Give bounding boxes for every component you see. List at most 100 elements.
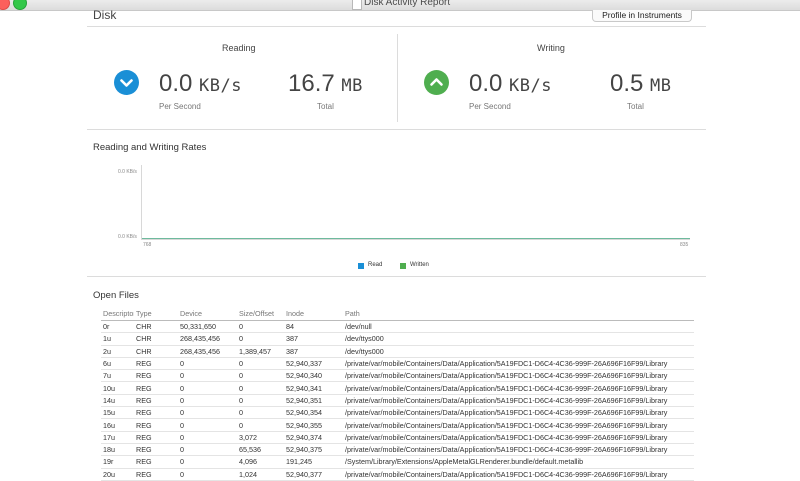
- size-offset-cell: 0: [237, 381, 284, 395]
- type-cell: REG: [134, 394, 178, 408]
- type-cell: REG: [134, 418, 178, 432]
- table-row[interactable]: 14u REG 0 0 52,940,351/private/var/mobile/Co…: [101, 394, 694, 408]
- window-title: Disk Activity Report: [364, 0, 451, 8]
- path-cell: /private/var/mobile/Containers/Data/Appl…: [343, 381, 694, 395]
- y-tick-label: 0.0 KB/s: [118, 169, 137, 175]
- legend-label-read: Read: [368, 262, 383, 268]
- column-header-path[interactable]: Path: [343, 307, 694, 321]
- device-cell: 268,435,456: [178, 345, 237, 358]
- writing-rate: 0.0 KB/s: [469, 72, 552, 98]
- writing-total-label: Total: [627, 102, 644, 111]
- table-row[interactable]: 1u CHR 268,435,456 0 387/dev/ttys000: [101, 332, 694, 346]
- size-offset-cell: 0: [237, 357, 284, 371]
- table-row[interactable]: 0r CHR 50,331,650 0 84/dev/null: [101, 320, 694, 334]
- table-header-row: Descriptor Type Device Size/Offset Inode Path: [101, 307, 694, 321]
- size-offset-cell: 0: [237, 369, 284, 383]
- device-cell: 0: [178, 369, 237, 383]
- inode-cell: 52,940,341: [284, 381, 343, 395]
- reading-total: 16.7 MB: [288, 72, 363, 98]
- inode-cell: 52,940,355: [284, 418, 343, 432]
- device-cell: 0: [178, 431, 237, 444]
- divider: [87, 26, 706, 27]
- size-offset-cell: 0: [237, 394, 284, 408]
- descriptor-cell: 1u: [101, 332, 134, 346]
- section-title: Disk: [93, 8, 117, 22]
- writing-rate-label: Per Second: [469, 102, 511, 111]
- open-files-title: Open Files: [93, 290, 139, 301]
- size-offset-cell: 3,072: [237, 431, 284, 444]
- inode-cell: 52,940,351: [284, 394, 343, 408]
- path-cell: /private/var/mobile/Containers/Data/Appl…: [343, 443, 694, 457]
- descriptor-cell: 7u: [101, 369, 134, 383]
- reading-total-label: Total: [317, 102, 334, 111]
- descriptor-cell: 18u: [101, 443, 134, 457]
- table-row[interactable]: 20u REG 0 1,024 52,940,377/private/var/mobil…: [101, 468, 694, 481]
- size-offset-cell: 65,536: [237, 443, 284, 457]
- inode-cell: 387: [284, 345, 343, 358]
- divider: [87, 276, 706, 277]
- reading-rate-unit: KB/s: [199, 76, 242, 96]
- writing-title: Writing: [537, 43, 565, 53]
- inode-cell: 52,940,374: [284, 431, 343, 444]
- type-cell: REG: [134, 357, 178, 371]
- reading-rate: 0.0 KB/s: [159, 72, 242, 98]
- descriptor-cell: 10u: [101, 381, 134, 395]
- panel-divider: [397, 34, 398, 122]
- table-row[interactable]: 7u REG 0 0 52,940,340/private/var/mobile/Con…: [101, 369, 694, 383]
- descriptor-cell: 6u: [101, 357, 134, 371]
- table-row[interactable]: 6u REG 0 0 52,940,337/private/var/mobile/Con…: [101, 357, 694, 371]
- column-header-size-offset[interactable]: Size/Offset: [237, 307, 284, 321]
- table-row[interactable]: 19r REG 0 4,096 191,245/System/Library/Exten…: [101, 455, 694, 469]
- size-offset-cell: 0: [237, 332, 284, 346]
- path-cell: /dev/ttys000: [343, 332, 694, 346]
- inode-cell: 52,940,377: [284, 468, 343, 481]
- column-header-type[interactable]: Type: [134, 307, 178, 321]
- device-cell: 0: [178, 406, 237, 420]
- descriptor-cell: 19r: [101, 455, 134, 469]
- descriptor-cell: 15u: [101, 406, 134, 420]
- table-row[interactable]: 17u REG 0 3,072 52,940,374/private/var/mobil…: [101, 431, 694, 444]
- descriptor-cell: 14u: [101, 394, 134, 408]
- descriptor-cell: 20u: [101, 468, 134, 481]
- reading-total-unit: MB: [341, 76, 363, 96]
- table-row[interactable]: 2u CHR 268,435,456 1,389,457 387/dev/ttys000: [101, 345, 694, 358]
- profile-in-instruments-button[interactable]: Profile in Instruments: [592, 10, 692, 22]
- x-tick-label: 835: [680, 242, 689, 248]
- path-cell: /System/Library/Extensions/AppleMetalGLR…: [343, 455, 694, 469]
- document-icon: [352, 0, 362, 10]
- type-cell: REG: [134, 369, 178, 383]
- type-cell: REG: [134, 455, 178, 469]
- size-offset-cell: 1,389,457: [237, 345, 284, 358]
- path-cell: /private/var/mobile/Containers/Data/Appl…: [343, 468, 694, 481]
- device-cell: 0: [178, 357, 237, 371]
- inode-cell: 52,940,354: [284, 406, 343, 420]
- column-header-inode[interactable]: Inode: [284, 307, 343, 321]
- table-row[interactable]: 15u REG 0 0 52,940,354/private/var/mobile/Co…: [101, 406, 694, 420]
- device-cell: 268,435,456: [178, 332, 237, 346]
- type-cell: REG: [134, 406, 178, 420]
- device-cell: 0: [178, 381, 237, 395]
- table-body: 0r CHR 50,331,650 0 84/dev/null 1u CHR 268,435,…: [101, 320, 694, 481]
- inode-cell: 387: [284, 332, 343, 346]
- path-cell: /private/var/mobile/Containers/Data/Appl…: [343, 418, 694, 432]
- chevron-down-circle-icon: [114, 70, 139, 95]
- close-window-button[interactable]: [0, 0, 10, 10]
- table-row[interactable]: 10u REG 0 0 52,940,341/private/var/mobile/Co…: [101, 381, 694, 395]
- type-cell: CHR: [134, 320, 178, 334]
- table-row[interactable]: 18u REG 0 65,536 52,940,375/private/var/mobi…: [101, 443, 694, 457]
- device-cell: 50,331,650: [178, 320, 237, 334]
- inode-cell: 52,940,340: [284, 369, 343, 383]
- path-cell: /private/var/mobile/Containers/Data/Appl…: [343, 431, 694, 444]
- type-cell: REG: [134, 468, 178, 481]
- path-cell: /private/var/mobile/Containers/Data/Appl…: [343, 394, 694, 408]
- column-header-descriptor[interactable]: Descriptor: [101, 307, 134, 321]
- table-row[interactable]: 16u REG 0 0 52,940,355/private/var/mobile/Co…: [101, 418, 694, 432]
- writing-total-unit: MB: [650, 76, 672, 96]
- device-cell: 0: [178, 418, 237, 432]
- device-cell: 0: [178, 455, 237, 469]
- type-cell: REG: [134, 381, 178, 395]
- column-header-device[interactable]: Device: [178, 307, 237, 321]
- chevron-up-circle-icon: [424, 70, 449, 95]
- zoom-window-button[interactable]: [13, 0, 27, 10]
- descriptor-cell: 16u: [101, 418, 134, 432]
